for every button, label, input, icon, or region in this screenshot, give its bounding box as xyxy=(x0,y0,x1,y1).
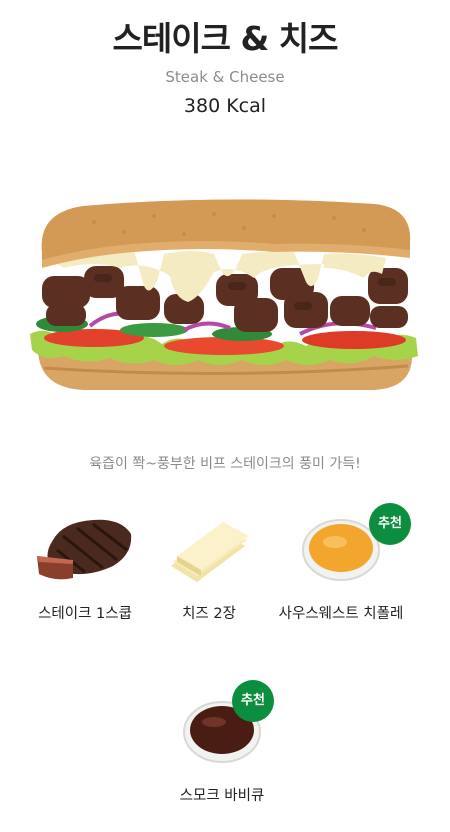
ingredient-cheese: 치즈 2장 xyxy=(134,510,284,623)
english-name: Steak & Cheese xyxy=(165,68,285,86)
sandwich-image xyxy=(30,199,418,390)
recommended-badge: 추천 xyxy=(369,503,411,545)
recommended-badge: 추천 xyxy=(232,680,274,722)
cheese-slices-icon xyxy=(171,522,249,582)
ingredient-label: 스모크 바비큐 xyxy=(179,788,265,804)
page-title: 스테이크 & 치즈 xyxy=(112,19,339,58)
description: 육즙이 쫙~풍부한 비프 스테이크의 풍미 가득! xyxy=(89,456,361,472)
calories: 380 Kcal xyxy=(183,95,267,117)
ingredient-label: 사우스웨스트 치폴레 xyxy=(278,606,404,622)
ingredient-label: 치즈 2장 xyxy=(182,606,236,622)
steak-icon xyxy=(37,519,132,580)
ingredient-bbq: 스모크 바비큐 xyxy=(147,692,297,805)
